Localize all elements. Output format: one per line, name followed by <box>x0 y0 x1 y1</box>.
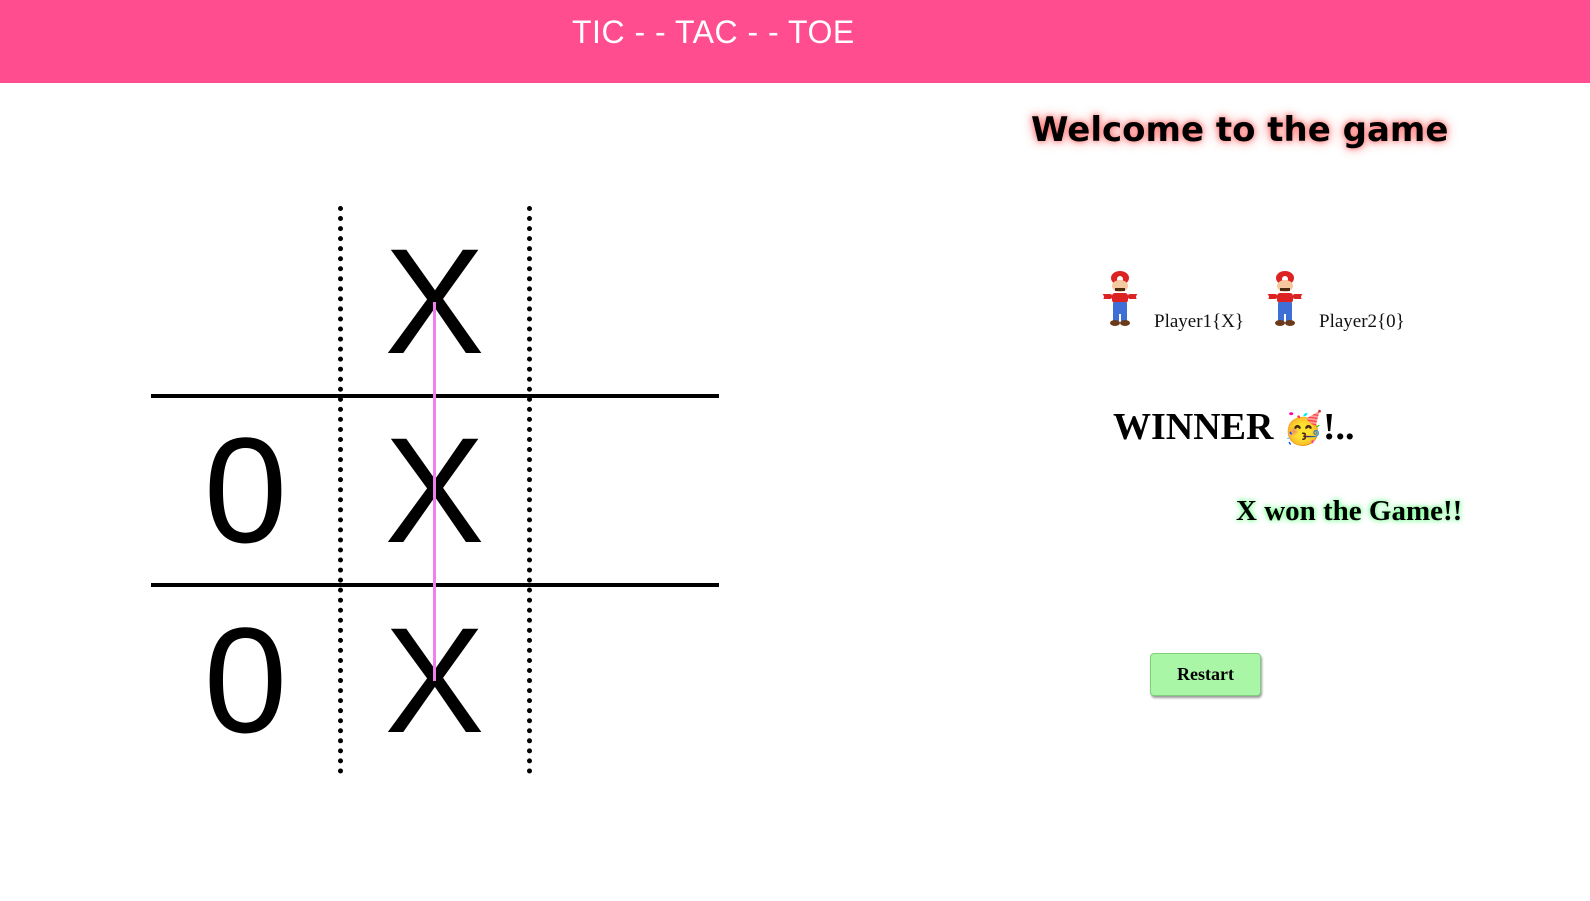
restart-button[interactable]: Restart <box>1150 653 1261 696</box>
board-cell-6[interactable] <box>530 395 719 584</box>
winner-label: WINNER <box>1113 406 1274 448</box>
mario-avatar-icon <box>1098 271 1142 326</box>
player-1-label: Player1{X} <box>1154 311 1244 332</box>
winner-heading: WINNER 🥳!.. <box>1113 405 1354 449</box>
winner-suffix: !.. <box>1322 406 1355 448</box>
board-cell-1[interactable] <box>151 206 340 395</box>
board-cell-4[interactable]: 0 <box>151 395 340 584</box>
player-2-label: Player2{0} <box>1319 311 1405 332</box>
welcome-heading: Welcome to the game <box>1031 110 1449 150</box>
grid-divider-vertical <box>338 206 343 774</box>
grid-divider-vertical <box>527 206 532 774</box>
page-title: TIC - - TAC - - TOE <box>572 14 855 50</box>
result-message: X won the Game!! <box>1236 495 1463 527</box>
board-cell-3[interactable] <box>530 206 719 395</box>
board-cell-9[interactable] <box>530 585 719 774</box>
game-board: X 0 X 0 X <box>151 206 719 774</box>
board-cell-7[interactable]: 0 <box>151 585 340 774</box>
header-bar: TIC - - TAC - - TOE <box>0 0 1590 83</box>
mario-avatar-icon <box>1263 271 1307 326</box>
party-face-icon: 🥳 <box>1282 409 1323 447</box>
winning-line <box>433 302 436 681</box>
